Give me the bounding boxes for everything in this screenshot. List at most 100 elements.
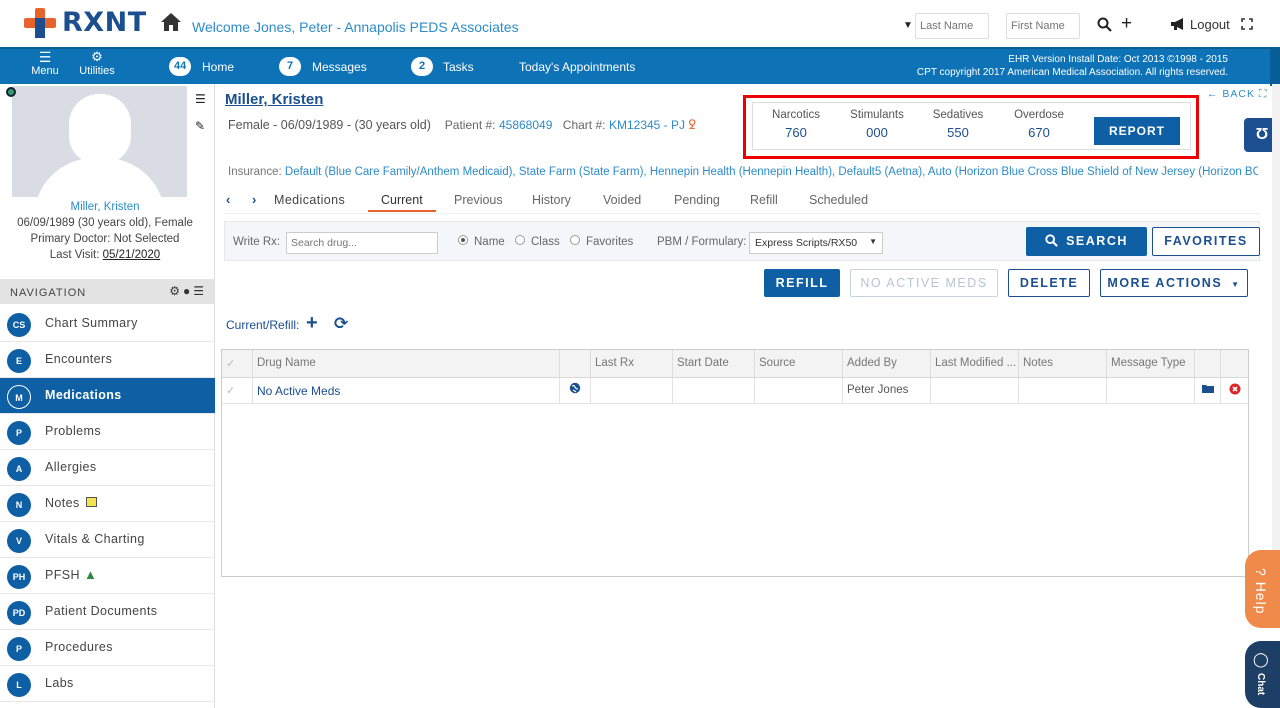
avatar-body bbox=[34, 158, 165, 197]
sidebar-item-pfsh[interactable]: PH PFSH ▲ bbox=[0, 558, 215, 594]
pbm-formulary-select[interactable]: Express Scripts/RX50 ▼ bbox=[749, 232, 883, 254]
nav-home[interactable]: Home bbox=[202, 60, 234, 74]
nav-todays-appointments[interactable]: Today's Appointments bbox=[519, 60, 635, 74]
medication-tabs: ‹ › Medications Current Previous History… bbox=[224, 186, 1260, 214]
favorites-button[interactable]: FAVORITES bbox=[1152, 227, 1260, 256]
column-message-type[interactable]: Message Type bbox=[1107, 350, 1195, 378]
menu-button[interactable]: ☰ Menu bbox=[30, 50, 60, 77]
sidebar-item-chart-summary[interactable]: CS Chart Summary bbox=[0, 306, 215, 342]
help-tab[interactable]: ? Help bbox=[1245, 550, 1280, 628]
sidebar-item-allergies[interactable]: A Allergies bbox=[0, 450, 215, 486]
menu-label: Menu bbox=[31, 65, 59, 77]
back-link[interactable]: ← BACK ⛶ bbox=[1207, 88, 1267, 101]
column-start-date[interactable]: Start Date bbox=[673, 350, 755, 378]
sidebar-item-procedures[interactable]: P Procedures bbox=[0, 630, 215, 666]
help-label: ? Help bbox=[1253, 568, 1269, 615]
rxnt-logo[interactable]: RXNT bbox=[24, 7, 146, 39]
right-scroll-strip bbox=[1272, 84, 1280, 554]
tab-refill[interactable]: Refill bbox=[750, 193, 778, 207]
select-all-column[interactable]: ✓ bbox=[222, 350, 253, 378]
sidebar-patient-name[interactable]: Miller, Kristen bbox=[0, 199, 210, 215]
tasks-count-badge: 2 bbox=[411, 57, 433, 76]
stimulants-score: Stimulants 000 bbox=[842, 109, 912, 140]
sidebar-item-vitals-charting[interactable]: V Vitals & Charting bbox=[0, 522, 215, 558]
globe-icon[interactable] bbox=[560, 378, 591, 404]
tab-voided[interactable]: Voided bbox=[603, 193, 641, 207]
sidebar-item-problems[interactable]: P Problems bbox=[0, 414, 215, 450]
nav-code-badge: L bbox=[7, 673, 31, 697]
name-radio[interactable] bbox=[458, 235, 468, 245]
search-drug-input[interactable] bbox=[286, 232, 438, 254]
column-last-modified[interactable]: Last Modified ... bbox=[931, 350, 1019, 378]
report-button[interactable]: REPORT bbox=[1094, 117, 1180, 145]
refresh-icon[interactable]: ⟳ bbox=[334, 314, 348, 334]
gear-icon[interactable]: ⚙ bbox=[169, 284, 183, 298]
column-drug-name[interactable]: Drug Name bbox=[253, 350, 560, 378]
no-active-meds-button[interactable]: NO ACTIVE MEDS bbox=[850, 269, 998, 297]
insurance-value[interactable]: Default (Blue Care Family/Anthem Medicai… bbox=[285, 166, 1258, 178]
patient-photo-placeholder[interactable] bbox=[12, 86, 187, 197]
user-icon[interactable]: ● bbox=[183, 284, 193, 298]
insurance-line: Insurance: Default (Blue Care Family/Ant… bbox=[228, 166, 1258, 178]
tab-scheduled[interactable]: Scheduled bbox=[809, 193, 868, 207]
overdose-score: Overdose 670 bbox=[1004, 109, 1074, 140]
tab-pending[interactable]: Pending bbox=[674, 193, 720, 207]
sidebar-item-encounters[interactable]: E Encounters bbox=[0, 342, 215, 378]
drug-name-cell[interactable]: No Active Meds bbox=[253, 378, 560, 404]
column-added-by[interactable]: Added By bbox=[843, 350, 931, 378]
first-name-input[interactable] bbox=[1006, 13, 1080, 39]
added-by-cell: Peter Jones bbox=[843, 378, 931, 404]
sedatives-label: Sedatives bbox=[932, 109, 984, 121]
utilities-button[interactable]: ⚙ Utilities bbox=[76, 50, 118, 77]
navigation-title: NAVIGATION bbox=[10, 287, 87, 299]
column-last-rx[interactable]: Last Rx bbox=[591, 350, 673, 378]
add-icon[interactable]: + bbox=[306, 312, 318, 335]
cpt-copyright-line: CPT copyright 2017 American Medical Asso… bbox=[916, 67, 1228, 78]
logout-link[interactable]: Logout bbox=[1190, 17, 1230, 32]
tab-history[interactable]: History bbox=[532, 193, 571, 207]
sidebar-item-notes[interactable]: N Notes bbox=[0, 486, 215, 522]
tab-previous[interactable]: Previous bbox=[454, 193, 503, 207]
chat-tab[interactable]: ◯ Chat bbox=[1245, 641, 1280, 708]
last-name-input[interactable] bbox=[915, 13, 989, 39]
column-notes[interactable]: Notes bbox=[1019, 350, 1107, 378]
home-icon[interactable] bbox=[160, 12, 182, 32]
delete-button[interactable]: DELETE bbox=[1008, 269, 1090, 297]
stimulants-value: 000 bbox=[866, 125, 888, 140]
ehr-version-line: EHR Version Install Date: Oct 2013 ©1998… bbox=[1008, 54, 1228, 65]
row-select[interactable]: ✓ bbox=[222, 378, 253, 404]
edit-icon[interactable]: ✎ bbox=[195, 119, 205, 133]
tab-current[interactable]: Current bbox=[381, 193, 423, 207]
search-icon[interactable] bbox=[1097, 17, 1112, 32]
column-source[interactable]: Source bbox=[755, 350, 843, 378]
welcome-text[interactable]: Welcome Jones, Peter - Annapolis PEDS As… bbox=[192, 19, 519, 35]
sidebar-item-medications[interactable]: M Medications bbox=[0, 378, 215, 414]
search-button[interactable]: SEARCH bbox=[1026, 227, 1147, 256]
refill-button[interactable]: REFILL bbox=[764, 269, 840, 297]
remove-icon[interactable] bbox=[1221, 378, 1248, 404]
active-tab-indicator bbox=[368, 210, 436, 212]
chevron-down-icon[interactable]: ▼ bbox=[903, 20, 913, 31]
nav-messages[interactable]: Messages bbox=[312, 60, 367, 74]
lightbulb-icon[interactable]: ꝿ bbox=[689, 118, 696, 132]
folder-icon[interactable] bbox=[1195, 378, 1221, 404]
patient-name-link[interactable]: Miller, Kristen bbox=[225, 91, 323, 108]
more-actions-button[interactable]: MORE ACTIONS ▼ bbox=[1100, 269, 1248, 297]
narcotics-label: Narcotics bbox=[772, 109, 820, 121]
sidebar-item-label: Allergies bbox=[45, 460, 97, 474]
chevron-left-icon[interactable]: ‹ bbox=[226, 192, 230, 207]
table-row[interactable]: ✓ No Active Meds Peter Jones bbox=[222, 378, 1248, 404]
last-visit-date[interactable]: 05/21/2020 bbox=[103, 249, 161, 261]
list-icon[interactable]: ☰ bbox=[195, 92, 206, 106]
plus-icon[interactable]: + bbox=[1121, 13, 1132, 35]
sidebar-item-labs[interactable]: L Labs bbox=[0, 666, 215, 702]
chevron-right-icon[interactable]: › bbox=[252, 192, 256, 207]
list-icon[interactable]: ☰ bbox=[193, 284, 207, 298]
class-radio[interactable] bbox=[515, 235, 525, 245]
sidebar-item-patient-documents[interactable]: PD Patient Documents bbox=[0, 594, 215, 630]
favorites-radio[interactable] bbox=[570, 235, 580, 245]
expand-icon[interactable]: ⛶ bbox=[1259, 88, 1267, 100]
sidebar-item-label: Medications bbox=[45, 388, 122, 402]
fullscreen-icon[interactable] bbox=[1241, 18, 1253, 30]
nav-tasks[interactable]: Tasks bbox=[443, 60, 474, 74]
